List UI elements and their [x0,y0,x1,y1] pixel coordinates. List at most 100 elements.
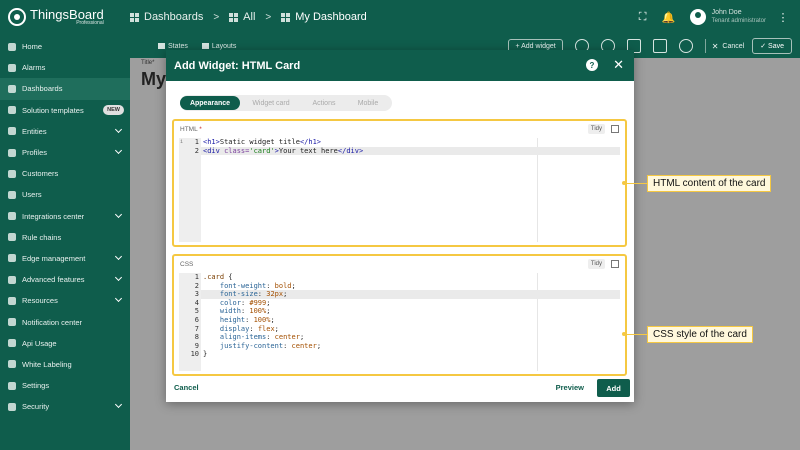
html-editor[interactable]: i1 2 <h1>Static widget title</h1> <div c… [179,138,620,242]
sidebar-item-label: Solution templates [22,105,84,115]
preview-button[interactable]: Preview [556,383,584,392]
close-icon[interactable]: ✕ [613,57,624,73]
chevron-down-icon [114,274,123,282]
help-icon[interactable]: ? [586,59,598,71]
toolbar-cancel-button[interactable]: Cancel [722,43,744,50]
user-info[interactable]: John Doe Tenant administrator [712,9,766,25]
sidebar: Home Alarms Dashboards Solution templates NE… [0,34,130,450]
css-line: .card { [203,273,233,281]
css-tidy-button[interactable]: Tidy [587,259,605,269]
css-section: CSS Tidy 1▾2345678910 .card { font-weigh… [172,254,627,376]
info-icon: i [180,139,184,145]
sidebar-item-integrations-center[interactable]: Integrations center [0,206,130,227]
sidebar-item-advanced-features[interactable]: Advanced features [0,269,130,290]
css-line: font-size: 32px; [201,290,620,299]
css-label: CSS [180,261,194,268]
breadcrumb-dashboards[interactable]: Dashboards [130,11,203,23]
breadcrumb-separator-icon: > [213,11,220,23]
callout-css: CSS style of the card [647,326,753,343]
chevron-down-icon [114,401,123,409]
sidebar-item-label: Customers [22,169,59,179]
sidebar-item-label: Edge management [22,253,86,263]
cancel-button[interactable]: Cancel [174,383,199,392]
version-history-icon[interactable] [678,39,693,53]
sidebar-item-label: Dashboards [22,84,63,94]
breadcrumb-separator-icon: > [265,11,272,23]
users-icon [8,190,16,199]
filters-icon[interactable] [652,39,667,53]
more-vert-icon[interactable]: ⋮ [774,8,792,26]
fullscreen-icon[interactable]: ⛶ [634,8,652,26]
html-label: HTML * [180,126,202,133]
logo-sub: Professional [76,20,104,26]
sidebar-item-profiles[interactable]: Profiles [0,142,130,163]
layouts-button[interactable]: Layouts [201,43,236,50]
profiles-icon [8,148,16,157]
notification-icon [8,318,16,327]
sidebar-item-rule-chains[interactable]: Rule chains [0,227,130,248]
fullscreen-icon[interactable] [611,125,619,133]
integrations-icon [8,212,16,221]
close-icon: ✕ [711,41,719,51]
css-code[interactable]: .card { font-weight: bold; font-size: 32… [201,273,620,371]
css-line: font-weight: bold; [219,281,296,290]
sidebar-item-label: Users [22,190,42,200]
add-widget-dialog: Add Widget: HTML Card ? ✕ Appearance Wid… [166,50,634,402]
tab-appearance[interactable]: Appearance [180,96,240,110]
add-button[interactable]: Add [597,379,630,397]
dashboards-icon [229,12,239,22]
sidebar-item-label: Settings [22,381,50,391]
sidebar-item-alarms[interactable]: Alarms [0,57,130,78]
sidebar-item-solution-templates[interactable]: Solution templates NEW [0,100,130,121]
sidebar-item-customers[interactable]: Customers [0,163,130,184]
avatar[interactable] [689,9,706,25]
sidebar-item-resources[interactable]: Resources [0,290,130,311]
notifications-icon[interactable]: 🔔 [660,8,678,26]
sidebar-item-users[interactable]: Users [0,184,130,205]
logo[interactable]: ThingsBoard Professional [0,8,130,26]
html-code[interactable]: <h1>Static widget title</h1> <div class=… [201,138,620,242]
css-line: align-items: center; [219,333,305,342]
new-badge: NEW [103,104,124,115]
chevron-down-icon [114,146,123,154]
tab-mobile[interactable]: Mobile [346,96,390,110]
user-name: John Doe [711,9,742,17]
sidebar-item-white-labeling[interactable]: White Labeling [0,354,130,375]
sidebar-item-home[interactable]: Home [0,36,130,57]
sidebar-item-label: Profiles [22,148,48,158]
html-line: <h1>Static widget title</h1> [203,138,322,146]
layouts-icon [201,43,209,49]
home-icon [8,42,16,51]
chevron-down-icon [114,125,123,133]
sidebar-item-settings[interactable]: Settings [0,375,130,396]
sidebar-item-security[interactable]: Security [0,396,130,417]
sidebar-item-notification-center[interactable]: Notification center [0,311,130,332]
customers-icon [8,169,16,178]
css-line: } [203,350,208,359]
sidebar-item-entities[interactable]: Entities [0,121,130,142]
sidebar-item-label: White Labeling [22,359,72,369]
sidebar-item-edge-management[interactable]: Edge management [0,248,130,269]
dashboards-icon [130,12,139,22]
breadcrumb-all[interactable]: All [229,11,255,23]
fullscreen-icon[interactable] [611,260,619,268]
rule-chains-icon [8,233,16,242]
callout-line [624,183,648,184]
states-button[interactable]: States [158,43,188,50]
sidebar-item-api-usage[interactable]: Api Usage [0,333,130,354]
chevron-down-icon [114,252,123,260]
tab-actions[interactable]: Actions [302,96,346,110]
css-editor[interactable]: 1▾2345678910 .card { font-weight: bold; … [179,273,620,371]
html-tidy-button[interactable]: Tidy [587,124,605,134]
css-line: width: 100%; [219,307,271,316]
css-gutter: 1▾2345678910 [179,273,204,371]
callout-line [624,334,648,335]
tab-widget-card[interactable]: Widget card [240,96,302,110]
templates-icon [8,106,16,115]
sidebar-item-label: Api Usage [22,338,57,348]
background-title: My [141,69,167,89]
toolbar-save-button[interactable]: ✓ Save [752,38,792,54]
tab-group: Appearance Widget card Actions Mobile [180,95,392,111]
white-labeling-icon [8,360,16,369]
sidebar-item-dashboards[interactable]: Dashboards [0,78,130,100]
